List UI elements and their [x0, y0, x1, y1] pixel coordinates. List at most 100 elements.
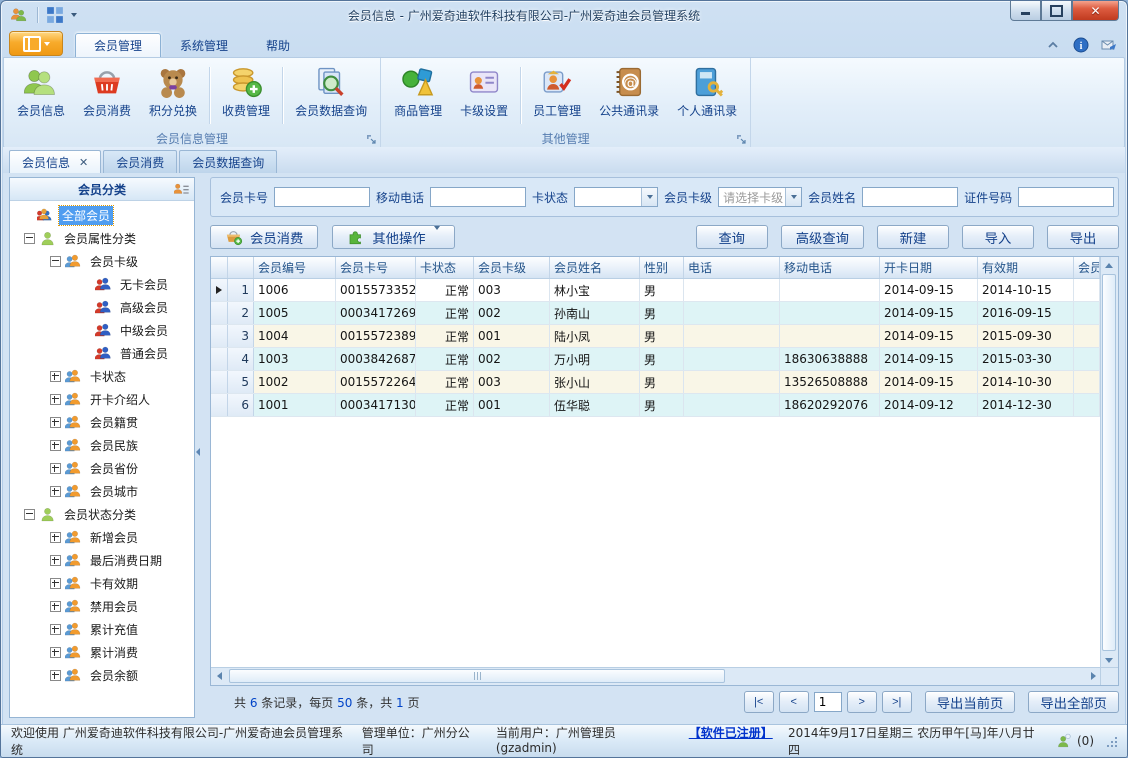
tree-item-中级会员[interactable]: 中级会员: [10, 319, 194, 342]
filter-select-会员卡级[interactable]: 请选择卡级: [718, 187, 803, 207]
ribbon-button-会员数据查询[interactable]: 会员数据查询: [286, 61, 376, 130]
quick-access-layout-icon[interactable]: [46, 6, 64, 24]
expand-icon[interactable]: [50, 647, 61, 658]
category-settings-icon[interactable]: [173, 181, 190, 197]
expand-icon[interactable]: [50, 578, 61, 589]
doc-tab-会员消费[interactable]: 会员消费: [103, 150, 178, 173]
page-number-input[interactable]: [813, 692, 842, 712]
tree-item-新增会员[interactable]: 新增会员: [10, 526, 194, 549]
tree-item-会员状态分类[interactable]: 会员状态分类: [10, 503, 194, 526]
table-row[interactable]: 2 1005 0003417269 正常 002 孙南山男 2014-09-15 2016-0…: [211, 302, 1101, 325]
grid-column-header-会员编号[interactable]: 会员编号: [254, 257, 336, 278]
tree-item-高级会员[interactable]: 高级会员: [10, 296, 194, 319]
scroll-right-icon[interactable]: [1085, 668, 1101, 684]
tree-item-会员余额[interactable]: 会员余额: [10, 664, 194, 687]
ribbon-button-卡级设置[interactable]: 卡级设置: [451, 61, 517, 130]
tree-item-最后消费日期[interactable]: 最后消费日期: [10, 549, 194, 572]
tree-item-卡有效期[interactable]: 卡有效期: [10, 572, 194, 595]
filter-input-证件号码[interactable]: [1018, 187, 1115, 207]
expand-icon[interactable]: [50, 670, 61, 681]
toolbar-button-高级查询[interactable]: 高级查询: [780, 225, 864, 249]
tree-item-会员卡级[interactable]: 会员卡级: [10, 250, 194, 273]
toolbar-button-其他操作[interactable]: 其他操作: [332, 225, 455, 249]
ribbon-button-个人通讯录[interactable]: 个人通讯录: [668, 61, 746, 130]
chevron-down-icon[interactable]: [641, 188, 658, 206]
collapse-icon[interactable]: [24, 233, 35, 244]
tree-item-禁用会员[interactable]: 禁用会员: [10, 595, 194, 618]
expand-icon[interactable]: [50, 624, 61, 635]
toolbar-button-导入[interactable]: 导入: [962, 225, 1034, 249]
expand-icon[interactable]: [50, 440, 61, 451]
tree-item-会员省份[interactable]: 会员省份: [10, 457, 194, 480]
table-row[interactable]: 4 1003 0003842687 正常 002 万小明男 18630638888 2014-…: [211, 348, 1101, 371]
ribbon-button-会员信息[interactable]: 会员信息: [8, 61, 74, 130]
ribbon-button-公共通讯录[interactable]: @ 公共通讯录: [590, 61, 668, 130]
ribbon-button-商品管理[interactable]: 商品管理: [385, 61, 451, 130]
export-current-page-button[interactable]: 导出当前页: [924, 691, 1016, 713]
ribbon-button-员工管理[interactable]: 员工管理: [524, 61, 590, 130]
table-row[interactable]: 5 1002 0015572264 正常 003 张小山男 13526508888 2014-…: [211, 371, 1101, 394]
dialog-launcher-icon[interactable]: [735, 133, 747, 145]
grid-column-header-有效期[interactable]: 有效期: [978, 257, 1074, 278]
grid-column-header-移动电话[interactable]: 移动电话: [780, 257, 880, 278]
tree-item-普通会员[interactable]: 普通会员: [10, 342, 194, 365]
minimize-button[interactable]: [1010, 1, 1041, 21]
toolbar-button-导出[interactable]: 导出: [1047, 225, 1119, 249]
dialog-launcher-icon[interactable]: [365, 133, 377, 145]
grid-column-header-会员卡号[interactable]: 会员卡号: [336, 257, 416, 278]
last-page-button[interactable]: >|: [881, 691, 912, 713]
grid-column-header-开卡日期[interactable]: 开卡日期: [880, 257, 978, 278]
maximize-button[interactable]: [1041, 1, 1072, 21]
ribbon-tab-帮助[interactable]: 帮助: [247, 33, 309, 57]
feedback-icon[interactable]: [1101, 37, 1117, 53]
grid-column-header-电话[interactable]: 电话: [684, 257, 780, 278]
tree-item-累计充值[interactable]: 累计充值: [10, 618, 194, 641]
vertical-scrollbar[interactable]: [1100, 257, 1118, 668]
application-menu-button[interactable]: [9, 31, 63, 56]
scroll-down-icon[interactable]: [1101, 652, 1117, 668]
tree-item-会员民族[interactable]: 会员民族: [10, 434, 194, 457]
toolbar-button-查询[interactable]: 查询: [695, 225, 768, 249]
table-row[interactable]: 3 1004 0015572389 正常 001 陆小凤男 2014-09-15 2015-0…: [211, 325, 1101, 348]
toolbar-button-新建[interactable]: 新建: [877, 225, 949, 249]
scroll-up-icon[interactable]: [1101, 257, 1117, 273]
tree-item-累计消费[interactable]: 累计消费: [10, 641, 194, 664]
scroll-left-icon[interactable]: [211, 668, 227, 684]
expand-icon[interactable]: [50, 463, 61, 474]
grid-column-header-会员卡级[interactable]: 会员卡级: [474, 257, 550, 278]
expand-icon[interactable]: [50, 532, 61, 543]
first-page-button[interactable]: |<: [743, 691, 774, 713]
filter-select-卡状态[interactable]: [574, 187, 659, 207]
ribbon-tab-会员管理[interactable]: 会员管理: [75, 33, 162, 57]
tree-item-全部会员[interactable]: 全部会员: [10, 204, 194, 227]
next-page-button[interactable]: >: [846, 691, 877, 713]
expand-icon[interactable]: [50, 371, 61, 382]
expand-icon[interactable]: [50, 486, 61, 497]
horizontal-scrollbar[interactable]: [211, 667, 1101, 685]
collapse-icon[interactable]: [50, 256, 61, 267]
filter-input-移动电话[interactable]: [430, 187, 527, 207]
tree-item-会员属性分类[interactable]: 会员属性分类: [10, 227, 194, 250]
expand-icon[interactable]: [50, 394, 61, 405]
tree-item-卡状态[interactable]: 卡状态: [10, 365, 194, 388]
vertical-scroll-thumb[interactable]: [1102, 274, 1116, 651]
ribbon-button-会员消费[interactable]: 会员消费: [74, 61, 140, 130]
toolbar-button-会员消费[interactable]: 会员消费: [210, 225, 319, 249]
registered-link[interactable]: 【软件已注册】: [689, 724, 773, 757]
horizontal-scroll-thumb[interactable]: [229, 669, 725, 683]
grid-column-header-卡状态[interactable]: 卡状态: [416, 257, 474, 278]
tree-item-会员籍贯[interactable]: 会员籍贯: [10, 411, 194, 434]
grid-column-header-会员[interactable]: 会员: [1074, 257, 1100, 278]
export-all-pages-button[interactable]: 导出全部页: [1028, 691, 1119, 713]
doc-tab-会员数据查询[interactable]: 会员数据查询: [179, 150, 278, 173]
filter-input-会员姓名[interactable]: [862, 187, 959, 207]
doc-tab-会员信息[interactable]: 会员信息 ✕: [9, 150, 102, 173]
sidebar-splitter[interactable]: [195, 177, 202, 718]
ribbon-button-收费管理[interactable]: 收费管理: [213, 61, 279, 130]
resize-grip[interactable]: [1105, 735, 1117, 747]
close-button[interactable]: ✕: [1072, 1, 1119, 21]
collapse-icon[interactable]: [24, 509, 35, 520]
grid-column-header-会员姓名[interactable]: 会员姓名: [550, 257, 640, 278]
ribbon-button-积分兑换[interactable]: 积分兑换: [140, 61, 206, 130]
expand-icon[interactable]: [50, 601, 61, 612]
